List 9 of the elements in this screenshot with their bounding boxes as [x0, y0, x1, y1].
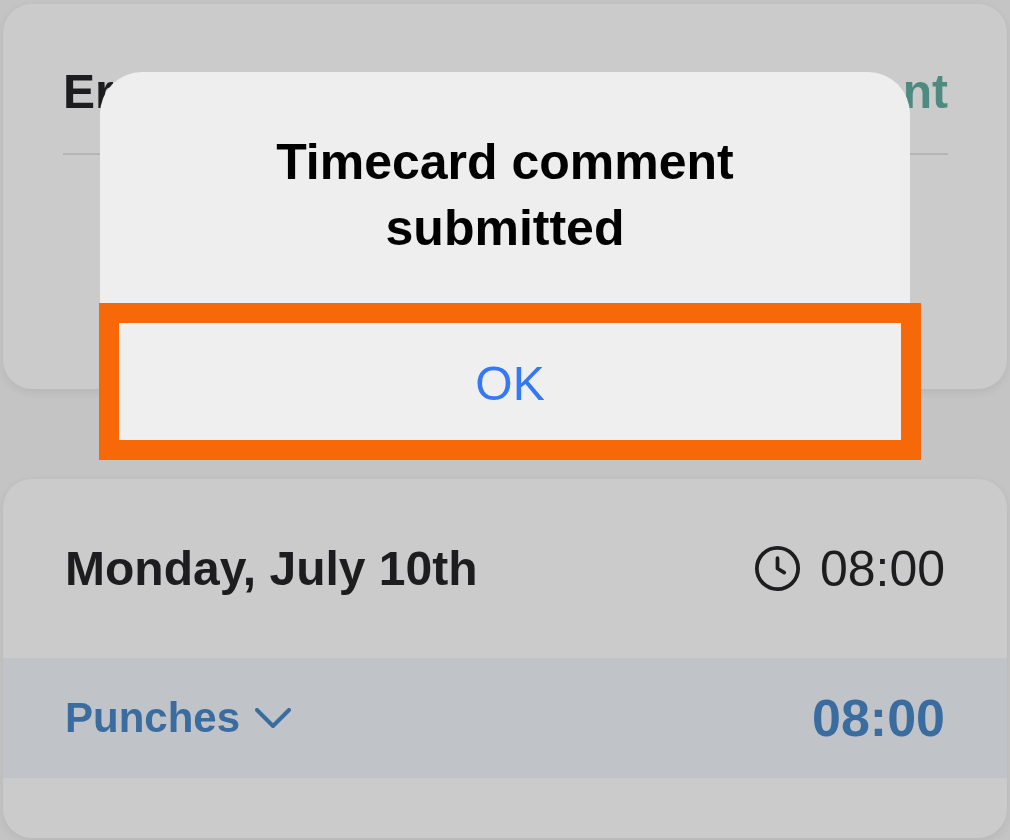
- date-heading: Monday, July 10th: [65, 541, 478, 596]
- clock-icon: [754, 546, 800, 591]
- punches-toggle[interactable]: Punches: [65, 694, 292, 742]
- hours-total: 08:00: [819, 539, 945, 598]
- alert-title: Timecard comment submitted: [275, 133, 735, 258]
- chevron-down-icon: [255, 708, 292, 728]
- card-title: Er: [63, 64, 114, 120]
- punches-total: 08:00: [812, 688, 945, 748]
- ok-button[interactable]: OK: [99, 303, 921, 460]
